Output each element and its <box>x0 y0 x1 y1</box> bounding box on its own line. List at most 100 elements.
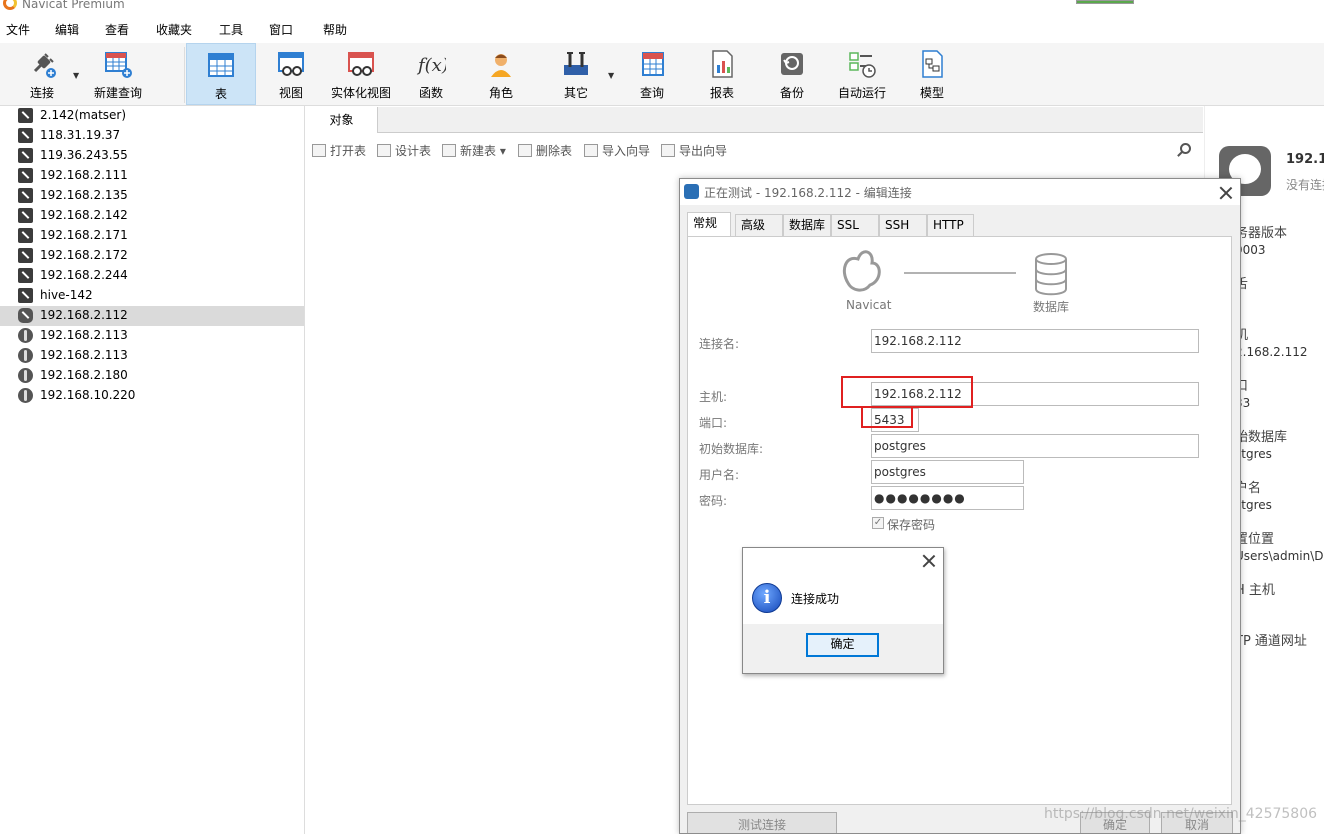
menu-favorites[interactable]: 收藏夹 <box>156 21 192 38</box>
table-button[interactable]: 表 <box>186 43 256 105</box>
connection-diagram <box>842 250 1067 296</box>
tab-advanced[interactable]: 高级 <box>735 214 783 237</box>
info-label: 始数据库 <box>1235 430 1288 445</box>
initial-database-field[interactable]: postgres <box>871 434 1199 458</box>
close-icon[interactable] <box>922 554 936 568</box>
connection-item[interactable]: 192.168.2.135 <box>0 186 304 206</box>
tab-ssl[interactable]: SSL <box>831 214 879 237</box>
export-wizard-button[interactable]: 导出向导 <box>661 142 727 159</box>
connection-item[interactable]: 192.168.2.113 <box>0 346 304 366</box>
window-title: Navicat Premium <box>22 0 125 11</box>
dialog-title: 正在测试 - 192.168.2.112 - 编辑连接 <box>704 186 912 200</box>
function-label: 函数 <box>418 86 443 100</box>
other-button[interactable]: 其它 <box>548 43 604 105</box>
menu-view[interactable]: 查看 <box>105 21 129 38</box>
initial-database-label: 初始数据库: <box>699 442 764 456</box>
report-button[interactable]: 报表 <box>694 43 750 105</box>
postgresql-elephant-icon <box>684 184 699 199</box>
mysql-icon <box>18 168 33 183</box>
import-wizard-button[interactable]: 导入向导 <box>584 142 650 159</box>
test-connection-button[interactable]: 测试连接 <box>687 812 837 833</box>
connect-dropdown-icon[interactable]: ▼ <box>73 71 79 80</box>
password-label: 密码: <box>699 494 728 508</box>
connection-item[interactable]: 192.168.10.220 <box>0 386 304 406</box>
connect-button[interactable]: 连接 <box>14 43 70 105</box>
connection-item[interactable]: hive-142 <box>0 286 304 306</box>
model-button[interactable]: 模型 <box>904 43 960 105</box>
tab-database[interactable]: 数据库 <box>783 214 831 237</box>
new-table-button[interactable]: 新建表 ▾ <box>442 142 506 159</box>
navicat-label: Navicat <box>846 298 892 312</box>
info-connection-name: 192.16 <box>1286 152 1324 167</box>
close-icon[interactable] <box>1219 186 1233 200</box>
connection-item[interactable]: 2.142(matser) <box>0 106 304 126</box>
view-label: 视图 <box>278 86 303 100</box>
backup-button[interactable]: 备份 <box>764 43 820 105</box>
connection-item[interactable]: 118.31.19.37 <box>0 126 304 146</box>
host-label: 主机: <box>699 390 728 404</box>
function-glyph: f(x) <box>416 55 446 76</box>
navicat-logo-icon <box>842 250 881 292</box>
connection-success-messagebox: i 连接成功 确定 <box>742 547 944 674</box>
message-ok-button[interactable]: 确定 <box>806 633 879 657</box>
mongodb-leaf-icon <box>18 328 33 343</box>
new-query-button[interactable]: 新建查询 <box>88 43 148 105</box>
connection-item[interactable]: 192.168.2.180 <box>0 366 304 386</box>
open-table-button[interactable]: 打开表 <box>312 142 366 159</box>
mysql-icon <box>18 268 33 283</box>
delete-table-button[interactable]: 删除表 <box>518 142 572 159</box>
username-label: 用户名: <box>699 468 740 482</box>
connection-item[interactable]: 192.168.2.171 <box>0 226 304 246</box>
connection-item[interactable]: 192.168.2.111 <box>0 166 304 186</box>
tab-objects[interactable]: 对象 <box>306 107 378 133</box>
object-tab-bar: 对象 <box>306 107 1203 133</box>
host-highlight-box <box>841 376 973 408</box>
query-button[interactable]: 查询 <box>624 43 680 105</box>
other-dropdown-icon[interactable]: ▼ <box>608 71 614 80</box>
automation-icon <box>849 52 876 78</box>
function-button[interactable]: f(x) 函数 <box>403 43 459 105</box>
menu-file[interactable]: 文件 <box>6 21 30 38</box>
mongodb-leaf-icon <box>18 348 33 363</box>
connection-item[interactable]: 192.168.2.244 <box>0 266 304 286</box>
connection-item[interactable]: 192.168.2.113 <box>0 326 304 346</box>
table-icon <box>208 53 234 77</box>
materialized-view-label: 实体化视图 <box>330 86 391 100</box>
object-toolbar: 打开表 设计表 新建表 ▾ 删除表 导入向导 导出向导 <box>306 138 1203 162</box>
menu-window[interactable]: 窗口 <box>269 21 293 38</box>
materialized-view-button[interactable]: 实体化视图 <box>326 43 396 105</box>
open-table-icon <box>312 144 326 157</box>
username-field[interactable]: postgres <box>871 460 1024 484</box>
plug-icon <box>33 53 56 78</box>
tab-general[interactable]: 常规 <box>687 212 731 237</box>
design-table-button[interactable]: 设计表 <box>377 142 431 159</box>
connection-item-selected[interactable]: 192.168.2.112 <box>0 306 304 326</box>
tab-http[interactable]: HTTP <box>927 214 974 237</box>
role-label: 角色 <box>488 86 513 100</box>
automation-button[interactable]: 自动运行 <box>834 43 890 105</box>
connection-item[interactable]: 119.36.243.55 <box>0 146 304 166</box>
info-label: TP 通道网址 <box>1235 634 1307 649</box>
password-field[interactable]: ●●●●●●●● <box>871 486 1024 510</box>
other-label: 其它 <box>563 86 588 100</box>
role-button[interactable]: 角色 <box>473 43 529 105</box>
connection-item[interactable]: 192.168.2.172 <box>0 246 304 266</box>
menu-help[interactable]: 帮助 <box>323 21 347 38</box>
edit-connection-dialog: 正在测试 - 192.168.2.112 - 编辑连接 常规 高级 数据库 SS… <box>679 178 1241 834</box>
save-password-checkbox[interactable]: ✓ <box>872 517 884 529</box>
role-icon <box>491 54 511 77</box>
menu-edit[interactable]: 编辑 <box>55 21 79 38</box>
connection-item[interactable]: 192.168.2.142 <box>0 206 304 226</box>
tab-ssh[interactable]: SSH <box>879 214 927 237</box>
connection-name-label: 连接名: <box>699 337 740 351</box>
view-button[interactable]: 视图 <box>262 43 320 105</box>
menu-tools[interactable]: 工具 <box>219 21 243 38</box>
connection-name-field[interactable]: 192.168.2.112 <box>871 329 1199 353</box>
menu-bar: 文件 编辑 查看 收藏夹 工具 窗口 帮助 <box>0 15 1324 43</box>
mysql-icon <box>18 108 33 123</box>
model-label: 模型 <box>919 86 944 100</box>
info-value: Users\admin\D <box>1235 549 1324 563</box>
materialized-view-icon <box>348 52 374 76</box>
main-toolbar: 连接 ▼ 新建查询 表 视图 实体化视图 f(x) 函数 角色 其它 ▼ 查询 … <box>0 43 1324 106</box>
search-icon[interactable] <box>1180 143 1191 154</box>
